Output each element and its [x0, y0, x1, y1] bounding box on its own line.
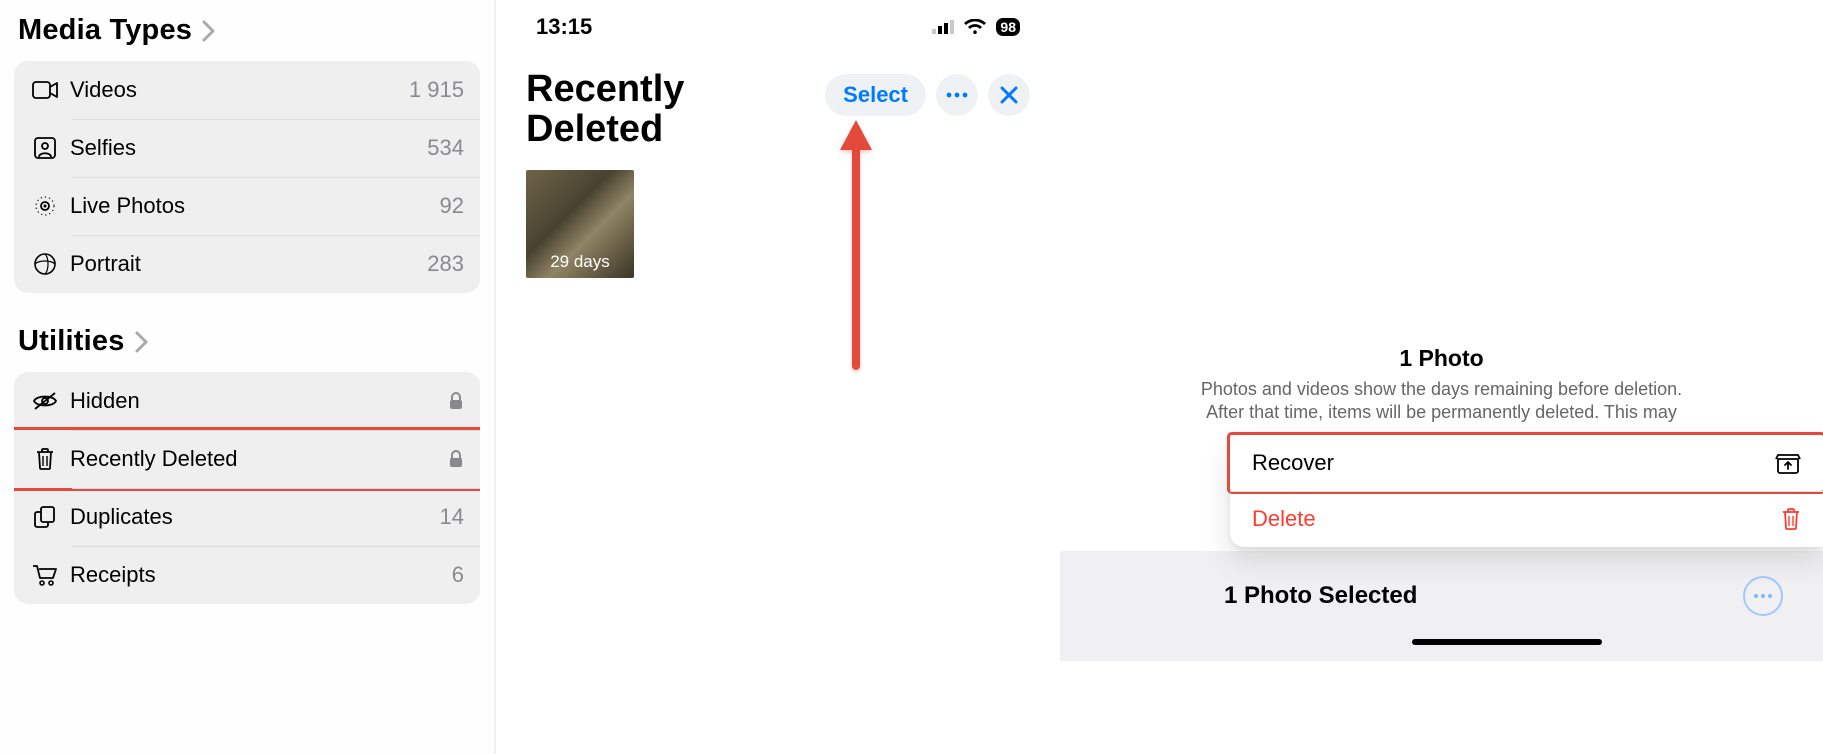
annotation-arrow: [846, 120, 866, 370]
list-row-videos[interactable]: Videos 1 915: [14, 61, 480, 119]
delete-button[interactable]: Delete: [1230, 491, 1823, 547]
more-button[interactable]: [936, 74, 978, 116]
row-count: 6: [452, 562, 464, 588]
row-label: Receipts: [70, 562, 452, 588]
status-bar: 13:15 98: [496, 0, 1060, 40]
row-count: 283: [427, 251, 464, 277]
media-types-header[interactable]: Media Types: [18, 14, 480, 47]
person-square-icon: [30, 137, 60, 159]
utilities-list: Hidden Recently Deleted Duplicates: [14, 372, 480, 604]
row-label: Duplicates: [70, 504, 440, 530]
eye-slash-icon: [30, 391, 60, 411]
more-button-bottom[interactable]: [1743, 576, 1783, 616]
row-count: 14: [440, 504, 464, 530]
utilities-label: Utilities: [18, 325, 125, 358]
battery-icon: 98: [996, 18, 1020, 36]
info-sub-line: Photos and videos show the days remainin…: [1060, 378, 1823, 401]
page-title: Recently Deleted: [526, 70, 684, 150]
row-label: Hidden: [70, 388, 448, 414]
close-icon: [1000, 86, 1018, 104]
list-row-portrait[interactable]: Portrait 283: [14, 235, 480, 293]
home-indicator: [1412, 639, 1602, 645]
row-count: 92: [440, 193, 464, 219]
lock-icon: [448, 391, 464, 411]
list-row-recently-deleted[interactable]: Recently Deleted: [14, 430, 480, 488]
list-row-duplicates[interactable]: Duplicates 14: [14, 488, 480, 546]
lock-icon: [448, 449, 464, 469]
photo-thumbnail[interactable]: 29 days: [526, 170, 634, 278]
status-time: 13:15: [536, 14, 592, 40]
action-sheet-screen: 1 Photo Photos and videos show the days …: [1060, 0, 1823, 754]
cart-icon: [30, 564, 60, 586]
row-label: Selfies: [70, 135, 427, 161]
ellipsis-icon: [946, 92, 968, 98]
list-row-receipts[interactable]: Receipts 6: [14, 546, 480, 604]
list-row-live-photos[interactable]: Live Photos 92: [14, 177, 480, 235]
duplicates-icon: [30, 506, 60, 528]
info-text: 1 Photo Photos and videos show the days …: [1060, 345, 1823, 425]
info-title: 1 Photo: [1060, 345, 1823, 372]
close-button[interactable]: [988, 74, 1030, 116]
cellular-icon: [932, 20, 954, 34]
row-label: Recently Deleted: [70, 446, 448, 472]
trash-icon: [30, 447, 60, 471]
days-remaining: 29 days: [550, 252, 610, 272]
list-row-selfies[interactable]: Selfies 534: [14, 119, 480, 177]
row-label: Portrait: [70, 251, 427, 277]
chevron-right-icon: [202, 20, 216, 42]
row-label: Live Photos: [70, 193, 440, 219]
trash-icon: [1781, 507, 1801, 531]
media-types-list: Videos 1 915 Selfies 534 Live Photos 92: [14, 61, 480, 293]
row-label: Videos: [70, 77, 409, 103]
selection-count: 1 Photo Selected: [1224, 582, 1417, 610]
row-count: 1 915: [409, 77, 464, 103]
sidebar-albums: Media Types Videos 1 915 Selfies 534: [0, 0, 496, 754]
live-photo-icon: [30, 194, 60, 218]
utilities-header[interactable]: Utilities: [18, 325, 480, 358]
video-icon: [30, 81, 60, 99]
list-row-hidden[interactable]: Hidden: [14, 372, 480, 430]
chevron-right-icon: [135, 331, 149, 353]
info-sub-line: After that time, items will be permanent…: [1060, 401, 1823, 424]
recover-label: Recover: [1252, 450, 1334, 476]
recently-deleted-screen: 13:15 98 Recently Deleted Select: [496, 0, 1060, 754]
aperture-icon: [30, 252, 60, 276]
row-count: 534: [427, 135, 464, 161]
wifi-icon: [964, 19, 986, 35]
action-sheet: Recover Delete: [1230, 435, 1823, 547]
recover-button[interactable]: Recover: [1230, 435, 1823, 491]
toolbar-bottom: 1 Photo Selected: [1060, 551, 1823, 661]
select-button[interactable]: Select: [825, 74, 926, 116]
delete-label: Delete: [1252, 506, 1316, 532]
media-types-label: Media Types: [18, 14, 192, 47]
recover-icon: [1775, 452, 1801, 474]
ellipsis-icon: [1753, 593, 1773, 599]
